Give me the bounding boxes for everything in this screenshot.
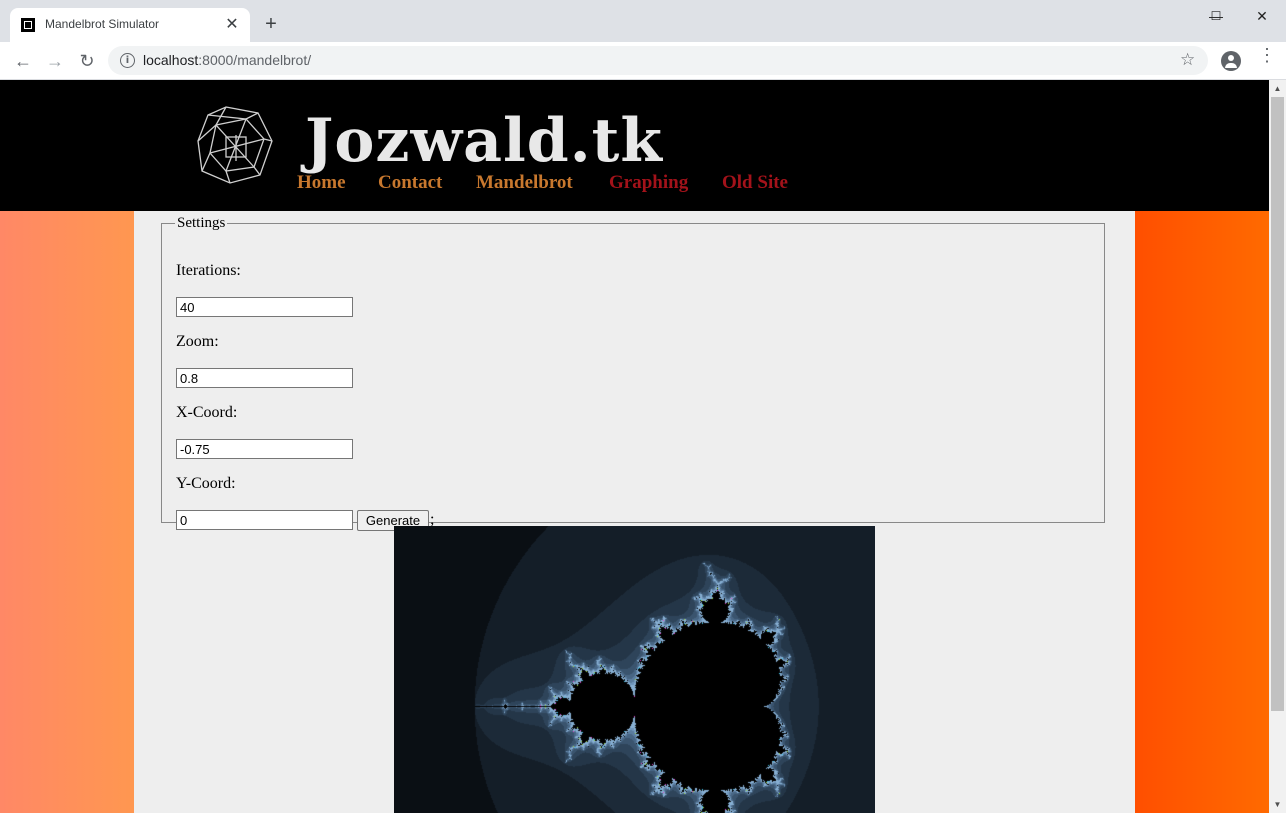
iterations-input[interactable] <box>176 297 353 317</box>
left-gradient-panel <box>0 211 134 813</box>
reload-icon[interactable]: ↻ <box>76 50 98 72</box>
settings-legend: Settings <box>177 215 226 231</box>
back-icon[interactable]: ← <box>12 50 34 72</box>
address-bar[interactable]: i localhost:8000/mandelbrot/ ☆ <box>108 46 1208 75</box>
page-scrollbar[interactable]: ▲ ▼ <box>1269 80 1286 813</box>
browser-tab[interactable]: Mandelbrot Simulator ✕ <box>10 8 250 42</box>
nav-link-old-site[interactable]: Old Site <box>722 172 788 194</box>
site-info-icon[interactable]: i <box>120 53 135 68</box>
main-content: Settings Iterations: Zoom: X-Coord: Y-Co… <box>134 211 1135 813</box>
hypercube-logo-icon <box>197 106 273 184</box>
tab-close-icon[interactable]: ✕ <box>223 16 241 34</box>
site-title: Jozwald.tk <box>305 106 663 176</box>
nav-link-mandelbrot[interactable]: Mandelbrot <box>476 172 573 194</box>
browser-toolbar: ← → ↻ i localhost:8000/mandelbrot/ ☆ <box>0 42 1286 80</box>
site-header: Jozwald.tk Home Contact Mandelbrot Graph… <box>0 80 1269 211</box>
page-favicon-icon <box>21 18 35 32</box>
y-coord-input[interactable] <box>176 510 353 530</box>
x-coord-label: X-Coord: <box>176 404 238 421</box>
url-text[interactable]: localhost:8000/mandelbrot/ <box>143 52 311 68</box>
page-viewport: Jozwald.tk Home Contact Mandelbrot Graph… <box>0 80 1269 813</box>
right-gradient-panel <box>1135 211 1269 813</box>
zoom-input[interactable] <box>176 368 353 388</box>
nav-link-graphing[interactable]: Graphing <box>609 172 688 194</box>
browser-menu-icon[interactable]: ⋮ <box>1258 46 1276 71</box>
zoom-label: Zoom: <box>176 333 219 350</box>
y-coord-label: Y-Coord: <box>176 475 236 492</box>
x-coord-input[interactable] <box>176 439 353 459</box>
scroll-down-arrow-icon[interactable]: ▼ <box>1269 796 1286 813</box>
forward-icon[interactable]: → <box>44 50 66 72</box>
window-close-icon[interactable]: ✕ <box>1239 0 1285 32</box>
nav-link-contact[interactable]: Contact <box>378 172 442 194</box>
bookmark-star-icon[interactable]: ☆ <box>1180 50 1195 70</box>
iterations-label: Iterations: <box>176 262 241 279</box>
new-tab-icon[interactable]: + <box>261 14 281 34</box>
scroll-up-arrow-icon[interactable]: ▲ <box>1269 80 1286 97</box>
scroll-thumb[interactable] <box>1271 97 1284 711</box>
maximize-icon[interactable]: ☐ <box>1193 0 1239 32</box>
mandelbrot-canvas[interactable] <box>394 526 875 813</box>
settings-fieldset: Settings Iterations: Zoom: X-Coord: Y-Co… <box>161 215 1105 531</box>
tab-title: Mandelbrot Simulator <box>45 17 160 31</box>
account-icon[interactable] <box>1221 51 1241 71</box>
nav-link-home[interactable]: Home <box>297 172 346 194</box>
tab-strip: Mandelbrot Simulator ✕ + — <box>0 0 1286 42</box>
